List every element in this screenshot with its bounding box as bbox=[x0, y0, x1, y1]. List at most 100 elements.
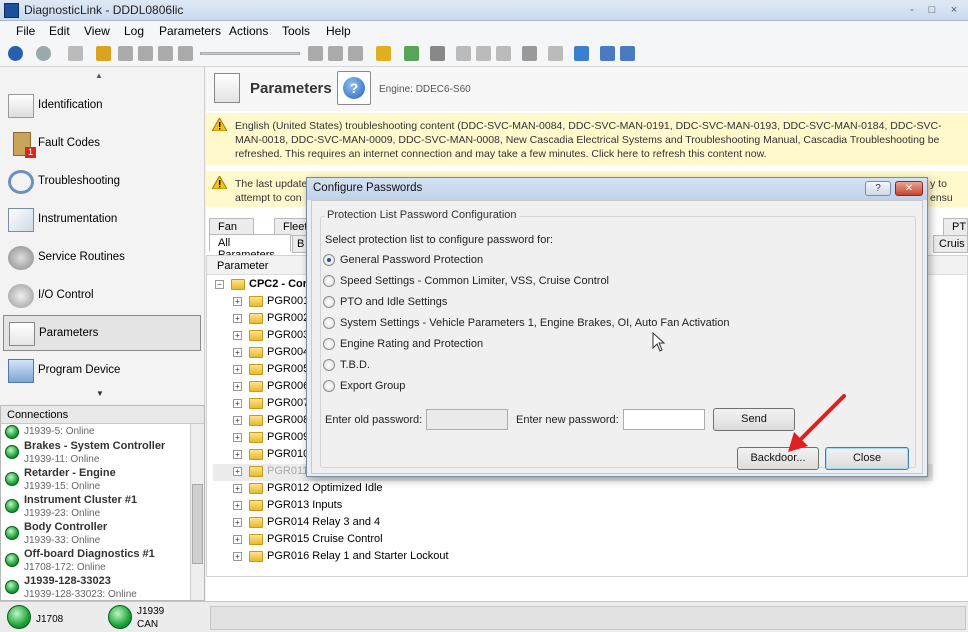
skip-forward-icon[interactable] bbox=[328, 46, 343, 61]
column-parameter-label[interactable]: Parameter bbox=[217, 260, 268, 272]
expand-icon[interactable]: + bbox=[233, 467, 242, 476]
expand-icon[interactable]: + bbox=[233, 331, 242, 340]
sidebar-item-instrumentation[interactable]: Instrumentation bbox=[3, 202, 201, 238]
playback-slider[interactable] bbox=[200, 52, 300, 55]
tree-row[interactable]: + PGR016 Relay 1 and Starter Lockout bbox=[213, 549, 933, 566]
copy-icon[interactable] bbox=[476, 46, 491, 61]
expand-icon[interactable]: + bbox=[233, 399, 242, 408]
undo-icon[interactable] bbox=[548, 46, 563, 61]
paste-icon[interactable] bbox=[496, 46, 511, 61]
filter-icon[interactable] bbox=[522, 46, 537, 61]
radio-label: Engine Rating and Protection bbox=[340, 338, 484, 350]
back-icon[interactable] bbox=[8, 46, 23, 61]
window-icon[interactable] bbox=[600, 46, 615, 61]
tree-row[interactable]: + PGR014 Relay 3 and 4 bbox=[213, 515, 933, 532]
print-icon[interactable] bbox=[430, 46, 445, 61]
menu-actions[interactable]: Actions bbox=[229, 24, 268, 38]
scroll-down-icon[interactable]: ▼ bbox=[96, 389, 104, 398]
radio-button[interactable] bbox=[323, 380, 335, 392]
snapshot-icon[interactable] bbox=[348, 46, 363, 61]
skip-back-icon[interactable] bbox=[158, 46, 173, 61]
expand-icon[interactable]: + bbox=[233, 348, 242, 357]
expand-icon[interactable]: + bbox=[233, 484, 242, 493]
tile-icon[interactable] bbox=[620, 46, 635, 61]
dialog-close-button[interactable]: ✕ bbox=[895, 181, 923, 196]
folder-icon bbox=[249, 398, 263, 409]
sidebar-item-identification[interactable]: Identification bbox=[3, 88, 201, 124]
maximize-button[interactable]: □ bbox=[922, 2, 942, 18]
radio-button[interactable] bbox=[323, 338, 335, 350]
menu-edit[interactable]: Edit bbox=[49, 24, 70, 38]
status-led-icon bbox=[5, 526, 19, 540]
menu-parameters[interactable]: Parameters bbox=[159, 24, 221, 38]
add-icon[interactable] bbox=[456, 46, 471, 61]
forward-icon[interactable] bbox=[36, 46, 51, 61]
expand-icon[interactable]: + bbox=[233, 297, 242, 306]
tab-all-parameters[interactable]: All Parameters bbox=[209, 234, 291, 261]
tab-cruise[interactable]: Cruis bbox=[933, 235, 968, 253]
scroll-up-icon[interactable]: ▲ bbox=[95, 71, 103, 80]
old-password-field[interactable] bbox=[426, 409, 508, 430]
radio-button[interactable] bbox=[323, 317, 335, 329]
flag-icon[interactable] bbox=[376, 46, 391, 61]
menu-help[interactable]: Help bbox=[326, 24, 351, 38]
rewind-icon[interactable] bbox=[178, 46, 193, 61]
expand-icon[interactable]: + bbox=[233, 535, 242, 544]
sidebar-item-troubleshooting[interactable]: Troubleshooting bbox=[3, 164, 201, 200]
help-button[interactable]: ? bbox=[337, 71, 371, 105]
connect-icon[interactable] bbox=[96, 46, 111, 61]
swap-icon[interactable] bbox=[574, 46, 589, 61]
scrollbar-thumb[interactable] bbox=[192, 484, 203, 564]
refresh-icon[interactable] bbox=[68, 46, 83, 61]
sidebar-item-fault-codes[interactable]: 1 Fault Codes bbox=[3, 126, 201, 162]
collapse-icon[interactable]: − bbox=[215, 280, 224, 289]
sidebar-item-io-control[interactable]: I/O Control bbox=[3, 278, 201, 314]
window-titlebar: DiagnosticLink - DDDL0806lic - □ × bbox=[0, 0, 968, 21]
folder-icon bbox=[249, 364, 263, 375]
status-led-icon bbox=[5, 580, 19, 594]
j1939-label: J1939 bbox=[137, 606, 165, 617]
expand-icon[interactable]: + bbox=[233, 314, 242, 323]
tree-row[interactable]: + PGR015 Cruise Control bbox=[213, 532, 933, 549]
tab-pto[interactable]: PT bbox=[943, 218, 968, 236]
sidebar-item-program-device[interactable]: Program Device bbox=[3, 353, 201, 389]
tree-label: PGR013 Inputs bbox=[267, 499, 343, 511]
close-window-button[interactable]: × bbox=[944, 2, 964, 18]
export-icon[interactable] bbox=[404, 46, 419, 61]
minimize-button[interactable]: - bbox=[902, 2, 922, 18]
radio-button[interactable] bbox=[323, 254, 335, 266]
radio-button[interactable] bbox=[323, 359, 335, 371]
expand-icon[interactable]: + bbox=[233, 365, 242, 374]
radio-button[interactable] bbox=[323, 296, 335, 308]
folder-icon bbox=[249, 432, 263, 443]
select-prompt: Select protection list to configure pass… bbox=[325, 234, 554, 246]
expand-icon[interactable]: + bbox=[233, 433, 242, 442]
j1708-label: J1708 bbox=[36, 614, 64, 625]
expand-icon[interactable]: + bbox=[233, 552, 242, 561]
sidebar-item-parameters[interactable]: Parameters bbox=[3, 315, 201, 351]
menu-view[interactable]: View bbox=[84, 24, 110, 38]
expand-icon[interactable]: + bbox=[233, 501, 242, 510]
tree-row[interactable]: + PGR013 Inputs bbox=[213, 498, 933, 515]
new-password-field[interactable] bbox=[623, 409, 705, 430]
tree-label: PGR006 bbox=[267, 380, 310, 392]
menu-bar: File Edit View Log Parameters Actions To… bbox=[0, 21, 968, 41]
tree-row[interactable]: + PGR012 Optimized Idle bbox=[213, 481, 933, 498]
folder-icon bbox=[249, 466, 263, 477]
stop-icon[interactable] bbox=[138, 46, 153, 61]
expand-icon[interactable]: + bbox=[233, 382, 242, 391]
connections-scrollbar[interactable] bbox=[190, 424, 204, 600]
menu-tools[interactable]: Tools bbox=[282, 24, 310, 38]
expand-icon[interactable]: + bbox=[233, 450, 242, 459]
dialog-help-button[interactable]: ? bbox=[865, 181, 891, 196]
radio-button[interactable] bbox=[323, 275, 335, 287]
menu-log[interactable]: Log bbox=[124, 24, 144, 38]
sidebar-item-service-routines[interactable]: Service Routines bbox=[3, 240, 201, 276]
refresh-notice[interactable]: English (United States) troubleshooting … bbox=[206, 113, 968, 165]
menu-file[interactable]: File bbox=[16, 24, 35, 38]
expand-icon[interactable]: + bbox=[233, 518, 242, 527]
play-icon[interactable] bbox=[118, 46, 133, 61]
fast-forward-icon[interactable] bbox=[308, 46, 323, 61]
connection-name: Brakes - System Controller bbox=[24, 440, 166, 452]
expand-icon[interactable]: + bbox=[233, 416, 242, 425]
